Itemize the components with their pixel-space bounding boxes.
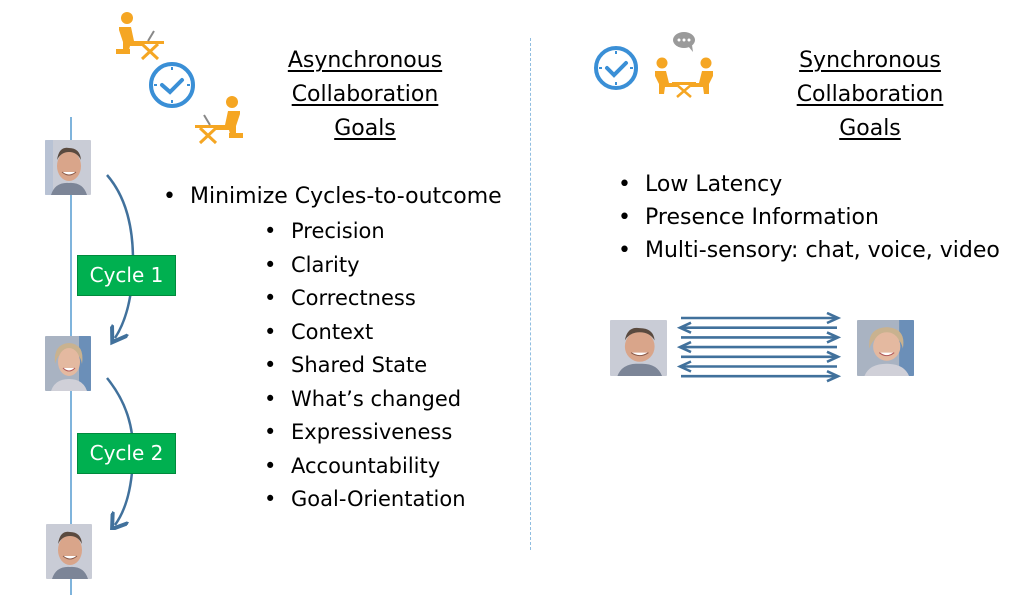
async-heading: Asynchronous Collaboration Goals: [265, 44, 465, 146]
async-main-bullets: Minimize Cycles-to-outcome: [163, 180, 502, 213]
exchange-arrows: [676, 312, 842, 383]
section-divider: [530, 38, 531, 550]
bullet-item: Multi-sensory: chat, voice, video: [618, 234, 1000, 267]
arrow-left: [676, 321, 837, 334]
bullet-item: Accountability: [264, 450, 466, 484]
async-heading-line: Asynchronous: [287, 48, 443, 73]
sync-heading: Synchronous Collaboration Goals: [770, 44, 970, 146]
person-at-laptop-icon: [116, 12, 164, 61]
man-avatar: [45, 140, 91, 195]
arrow-left: [676, 340, 837, 354]
bullet-item: Expressiveness: [264, 416, 466, 450]
cycle-arrows: [106, 174, 135, 530]
man-avatar: [46, 524, 92, 579]
arrow-right: [681, 370, 842, 383]
sync-icon-group: [594, 32, 713, 98]
sync-heading-line: Synchronous: [799, 48, 941, 73]
bullet-item: Minimize Cycles-to-outcome: [163, 180, 502, 213]
chat-bubble-icon: [673, 32, 695, 52]
sync-bullets: Low Latency Presence Information Multi-s…: [618, 168, 1000, 267]
bullet-item: What’s changed: [264, 383, 466, 417]
woman-avatar: [45, 336, 91, 391]
sync-heading-line: Collaboration: [796, 82, 944, 107]
bullet-item: Correctness: [264, 282, 466, 316]
async-heading-line: Goals: [334, 116, 396, 141]
bullet-item: Low Latency: [618, 168, 1000, 201]
bullet-item: Shared State: [264, 349, 466, 383]
bullet-item: Presence Information: [618, 201, 1000, 234]
arrow-right: [681, 331, 842, 344]
woman-avatar: [857, 320, 914, 376]
two-people-meeting-icon: [655, 57, 713, 98]
bullet-item: Context: [264, 316, 466, 350]
arrow-right: [681, 350, 842, 363]
async-heading-line: Collaboration: [291, 82, 439, 107]
bullet-item: Goal-Orientation: [264, 483, 466, 517]
async-icon-group: [116, 12, 243, 145]
arrow-right: [681, 312, 842, 325]
clock-icon: [149, 62, 195, 108]
bullet-item: Precision: [264, 215, 466, 249]
async-sub-bullets: Precision Clarity Correctness Context Sh…: [264, 215, 466, 517]
arrow-left: [676, 360, 837, 373]
bullet-item: Clarity: [264, 249, 466, 283]
person-at-laptop-icon: [195, 96, 243, 145]
sync-heading-line: Goals: [839, 116, 901, 141]
clock-icon: [594, 46, 638, 90]
cycle-label: Cycle 1: [77, 255, 176, 296]
cycle-label: Cycle 2: [77, 433, 176, 474]
man-avatar: [610, 320, 667, 376]
